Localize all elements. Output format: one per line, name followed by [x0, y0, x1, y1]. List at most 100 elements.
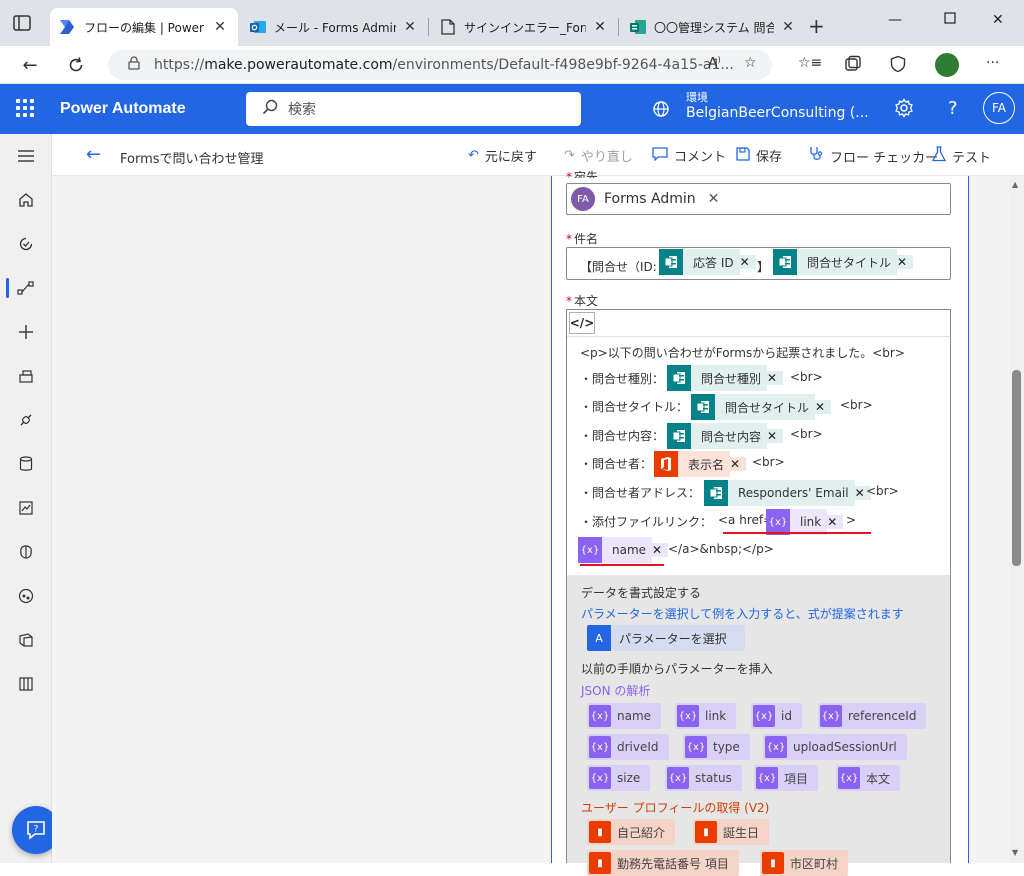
- templates-icon[interactable]: [0, 362, 52, 390]
- tab-title: サインインエラー_Forms_A: [464, 20, 586, 35]
- param-chip[interactable]: {x} 本文: [836, 765, 901, 791]
- token-name[interactable]: {x} name ✕: [578, 537, 669, 563]
- token-inquiry-content[interactable]: 問合せ内容 ✕: [667, 423, 784, 449]
- more-icon[interactable]: ···: [986, 55, 999, 71]
- tab-outlook[interactable]: メール - Forms Admin - ✕: [240, 8, 428, 46]
- code-view-toggle[interactable]: </>: [569, 312, 595, 334]
- window-close-icon[interactable]: ✕: [992, 12, 1004, 28]
- param-chip[interactable]: ▮ 自己紹介: [587, 819, 676, 845]
- subject-label-text: 件名: [574, 232, 599, 246]
- param-chip[interactable]: {x} type: [683, 734, 750, 760]
- remove-token-icon[interactable]: ✕: [897, 255, 914, 269]
- ai-hub-icon[interactable]: [0, 538, 52, 566]
- param-chip[interactable]: {x} referenceId: [818, 703, 927, 729]
- param-chip[interactable]: {x} link: [675, 703, 737, 729]
- environment-picker[interactable]: BelgianBeerConsulting (...: [686, 105, 869, 121]
- new-tab-button[interactable]: +: [808, 14, 825, 38]
- select-parameter-button[interactable]: A パラメーターを選択: [587, 625, 745, 651]
- learn-icon[interactable]: [0, 670, 52, 698]
- to-field[interactable]: FA Forms Admin ✕: [566, 183, 951, 215]
- comment-button[interactable]: コメント: [652, 146, 726, 165]
- search-input[interactable]: 検索: [246, 92, 581, 126]
- process-mining-icon[interactable]: [0, 582, 52, 610]
- tab-management-system[interactable]: 〇〇管理システム 問合 ✕: [620, 8, 806, 46]
- home-icon[interactable]: [0, 186, 52, 214]
- remove-recipient-icon[interactable]: ✕: [708, 191, 720, 207]
- refresh-icon[interactable]: [64, 53, 88, 77]
- param-chip[interactable]: ▮ 勤務先電話番号 項目: [587, 850, 739, 876]
- param-chip[interactable]: {x} status: [665, 765, 742, 791]
- save-button[interactable]: 保存: [736, 146, 782, 165]
- maximize-icon[interactable]: [944, 12, 956, 28]
- collections-icon[interactable]: [844, 55, 862, 77]
- param-chip[interactable]: {x} uploadSessionUrl: [763, 734, 907, 760]
- app-title[interactable]: Power Automate: [60, 100, 186, 118]
- param-chip[interactable]: {x} size: [587, 765, 651, 791]
- app-launcher-icon[interactable]: [16, 99, 34, 117]
- remove-token-icon[interactable]: ✕: [815, 400, 832, 414]
- remove-token-icon[interactable]: ✕: [767, 371, 784, 385]
- remove-token-icon[interactable]: ✕: [767, 429, 784, 443]
- close-icon[interactable]: ✕: [402, 19, 418, 35]
- param-chip[interactable]: ▮ 市区町村: [760, 850, 849, 876]
- browser-essentials-icon[interactable]: [889, 55, 907, 77]
- approvals-icon[interactable]: [0, 230, 52, 258]
- data-icon[interactable]: [0, 450, 52, 478]
- settings-icon[interactable]: [894, 98, 914, 123]
- monitor-icon[interactable]: [0, 494, 52, 522]
- back-arrow-icon[interactable]: ←: [86, 144, 101, 165]
- tab-actions-icon[interactable]: [12, 13, 34, 35]
- my-flows-icon[interactable]: [0, 274, 52, 302]
- param-chip[interactable]: {x} driveId: [587, 734, 669, 760]
- document-icon: [440, 19, 456, 35]
- remove-token-icon[interactable]: ✕: [827, 515, 844, 529]
- remove-token-icon[interactable]: ✕: [652, 543, 669, 557]
- connectors-icon[interactable]: [0, 406, 52, 434]
- param-chip[interactable]: {x} name: [587, 703, 662, 729]
- help-icon[interactable]: ?: [948, 98, 958, 119]
- token-inquiry-title[interactable]: 問合せタイトル ✕: [773, 249, 914, 275]
- scroll-down-icon[interactable]: ▼: [1012, 848, 1018, 857]
- flow-checker-button[interactable]: フロー チェッカー: [808, 146, 938, 166]
- tab-signin-error[interactable]: サインインエラー_Forms_A ✕: [430, 8, 618, 46]
- remove-token-icon[interactable]: ✕: [730, 457, 747, 471]
- menu-icon[interactable]: [0, 142, 52, 170]
- read-aloud-icon[interactable]: A): [708, 55, 721, 72]
- canvas-scrollbar[interactable]: ▲ ▼: [1009, 176, 1024, 863]
- minimize-icon[interactable]: —: [888, 12, 902, 28]
- token-label: 応答 ID: [683, 249, 740, 275]
- redo-button[interactable]: ↷ やり直し: [564, 146, 633, 165]
- close-icon[interactable]: ✕: [212, 19, 228, 35]
- url-field[interactable]: https://make.powerautomate.com/environme…: [108, 50, 772, 80]
- profile-avatar[interactable]: [935, 53, 959, 77]
- token-inquiry-type[interactable]: 問合せ種別 ✕: [667, 365, 784, 391]
- command-bar: ← Formsで問い合わせ管理 ↶ 元に戻す ↷ やり直し コメント 保存 フロ…: [52, 134, 1024, 176]
- close-icon[interactable]: ✕: [780, 19, 796, 35]
- power-automate-icon: [60, 19, 76, 35]
- variable-icon: {x}: [677, 705, 699, 727]
- remove-token-icon[interactable]: ✕: [739, 255, 756, 269]
- param-chip[interactable]: {x} 項目: [754, 765, 819, 791]
- favorite-add-icon[interactable]: ☆: [744, 55, 757, 71]
- user-avatar[interactable]: FA: [983, 92, 1015, 124]
- favorites-icon[interactable]: ☆≡: [798, 55, 822, 71]
- param-chip[interactable]: ▮ 誕生日: [693, 819, 770, 845]
- token-responders-email[interactable]: Responders' Email ✕: [704, 480, 871, 506]
- create-icon[interactable]: [0, 318, 52, 346]
- param-chip[interactable]: {x} id: [751, 703, 802, 729]
- format-data-hint[interactable]: パラメーターを選択して例を入力すると、式が提案されます: [581, 605, 904, 622]
- token-response-id[interactable]: 応答 ID ✕: [659, 249, 756, 275]
- token-display-name[interactable]: 表示名 ✕: [654, 451, 747, 477]
- test-button[interactable]: テスト: [931, 146, 991, 166]
- solutions-icon[interactable]: [0, 626, 52, 654]
- office-icon: [654, 451, 678, 477]
- flask-icon: [931, 146, 947, 166]
- scroll-up-icon[interactable]: ▲: [1012, 180, 1018, 189]
- close-icon[interactable]: ✕: [592, 19, 608, 35]
- token-inquiry-title-body[interactable]: 問合せタイトル ✕: [691, 394, 832, 420]
- scrollbar-thumb[interactable]: [1012, 370, 1021, 566]
- back-icon[interactable]: ←: [18, 53, 42, 77]
- tab-title: フローの編集 | Power Au: [84, 20, 206, 35]
- tab-flow-edit[interactable]: フローの編集 | Power Au ✕: [50, 8, 238, 46]
- undo-button[interactable]: ↶ 元に戻す: [468, 146, 537, 165]
